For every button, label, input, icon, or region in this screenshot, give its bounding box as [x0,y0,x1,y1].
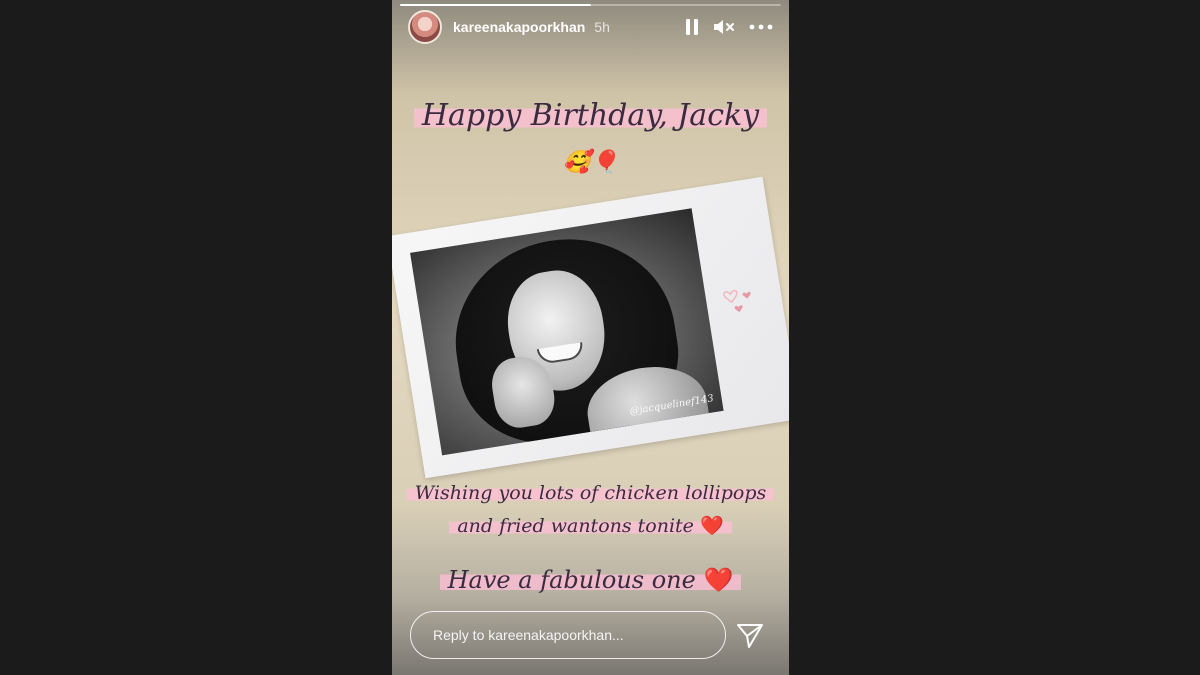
wish-line-2: and fried wantons tonite ❤️ [392,514,789,537]
birthday-title: Happy Birthday, Jacky [392,98,789,133]
reply-input[interactable]: Reply to kareenakapoorkhan... [410,611,726,659]
wish-line-3-text: Have a fabulous one [447,566,696,594]
birthday-title-text: Happy Birthday, Jacky [413,98,768,133]
story-progress-bar [400,4,781,6]
story-header: kareenakapoorkhan 5h [408,9,773,45]
portrait-photo: @jacquelinef143 [410,208,724,456]
wish-line-1-text: Wishing you lots of chicken lollipops [406,482,775,504]
mute-icon[interactable] [713,18,735,36]
more-icon[interactable] [749,24,773,30]
username[interactable]: kareenakapoorkhan [453,19,585,35]
story-viewer[interactable]: kareenakapoorkhan 5h Happy Birthday, Jac… [392,0,789,675]
wish-line-3: Have a fabulous one ❤️ [392,566,789,594]
avatar[interactable] [408,10,442,44]
emoji-sticker: 🥰🎈 [563,150,618,175]
wish-line-1: Wishing you lots of chicken lollipops [392,482,789,504]
post-time: 5h [594,19,610,35]
heart-icon: ❤️ [703,566,734,594]
header-controls [685,18,773,36]
polaroid-frame: @jacquelinef143 [392,176,789,479]
pause-icon[interactable] [685,18,699,36]
reply-placeholder: Reply to kareenakapoorkhan... [433,627,624,643]
send-icon[interactable] [735,620,765,650]
decorative-hearts-icon [723,289,751,313]
story-progress-fill [400,4,591,6]
heart-icon: ❤️ [699,515,724,537]
wish-line-2-text: and fried wantons tonite [457,515,694,537]
